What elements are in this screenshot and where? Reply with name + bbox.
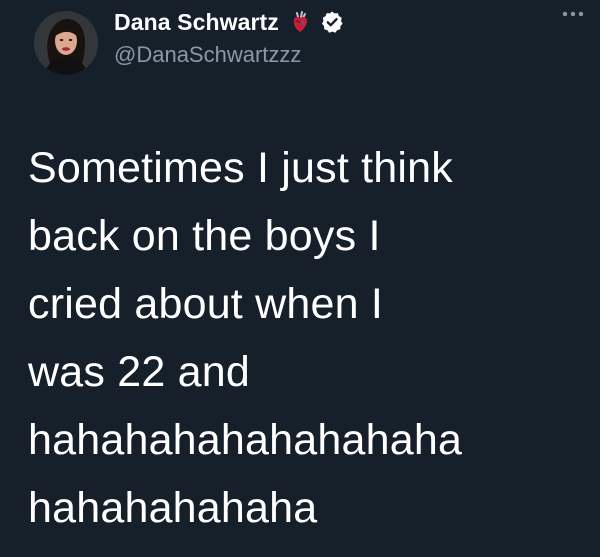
author-handle[interactable]: @DanaSchwartzzz [114, 42, 301, 68]
author-name-row: Dana Schwartz [114, 8, 344, 36]
tweet-text-line: hahahahahaha [28, 484, 318, 532]
avatar[interactable] [34, 11, 98, 75]
tweet-text-line: Sometimes I just think [28, 144, 453, 192]
tweet-text: Sometimes I just think back on the boys … [28, 134, 588, 542]
more-options-icon[interactable] [560, 6, 586, 22]
author-display-name[interactable]: Dana Schwartz [114, 9, 279, 36]
tweet-card: Dana Schwartz @DanaSchwartzzz Sometimes … [0, 0, 600, 557]
anatomical-heart-icon [288, 10, 312, 34]
tweet-text-line: hahahahahahahahaha [28, 416, 463, 464]
avatar-photo-icon [34, 11, 98, 75]
tweet-text-line: cried about when I [28, 280, 383, 328]
verified-badge-icon [320, 10, 344, 34]
tweet-text-line: back on the boys I [28, 212, 381, 260]
tweet-text-line: was 22 and [28, 348, 250, 396]
